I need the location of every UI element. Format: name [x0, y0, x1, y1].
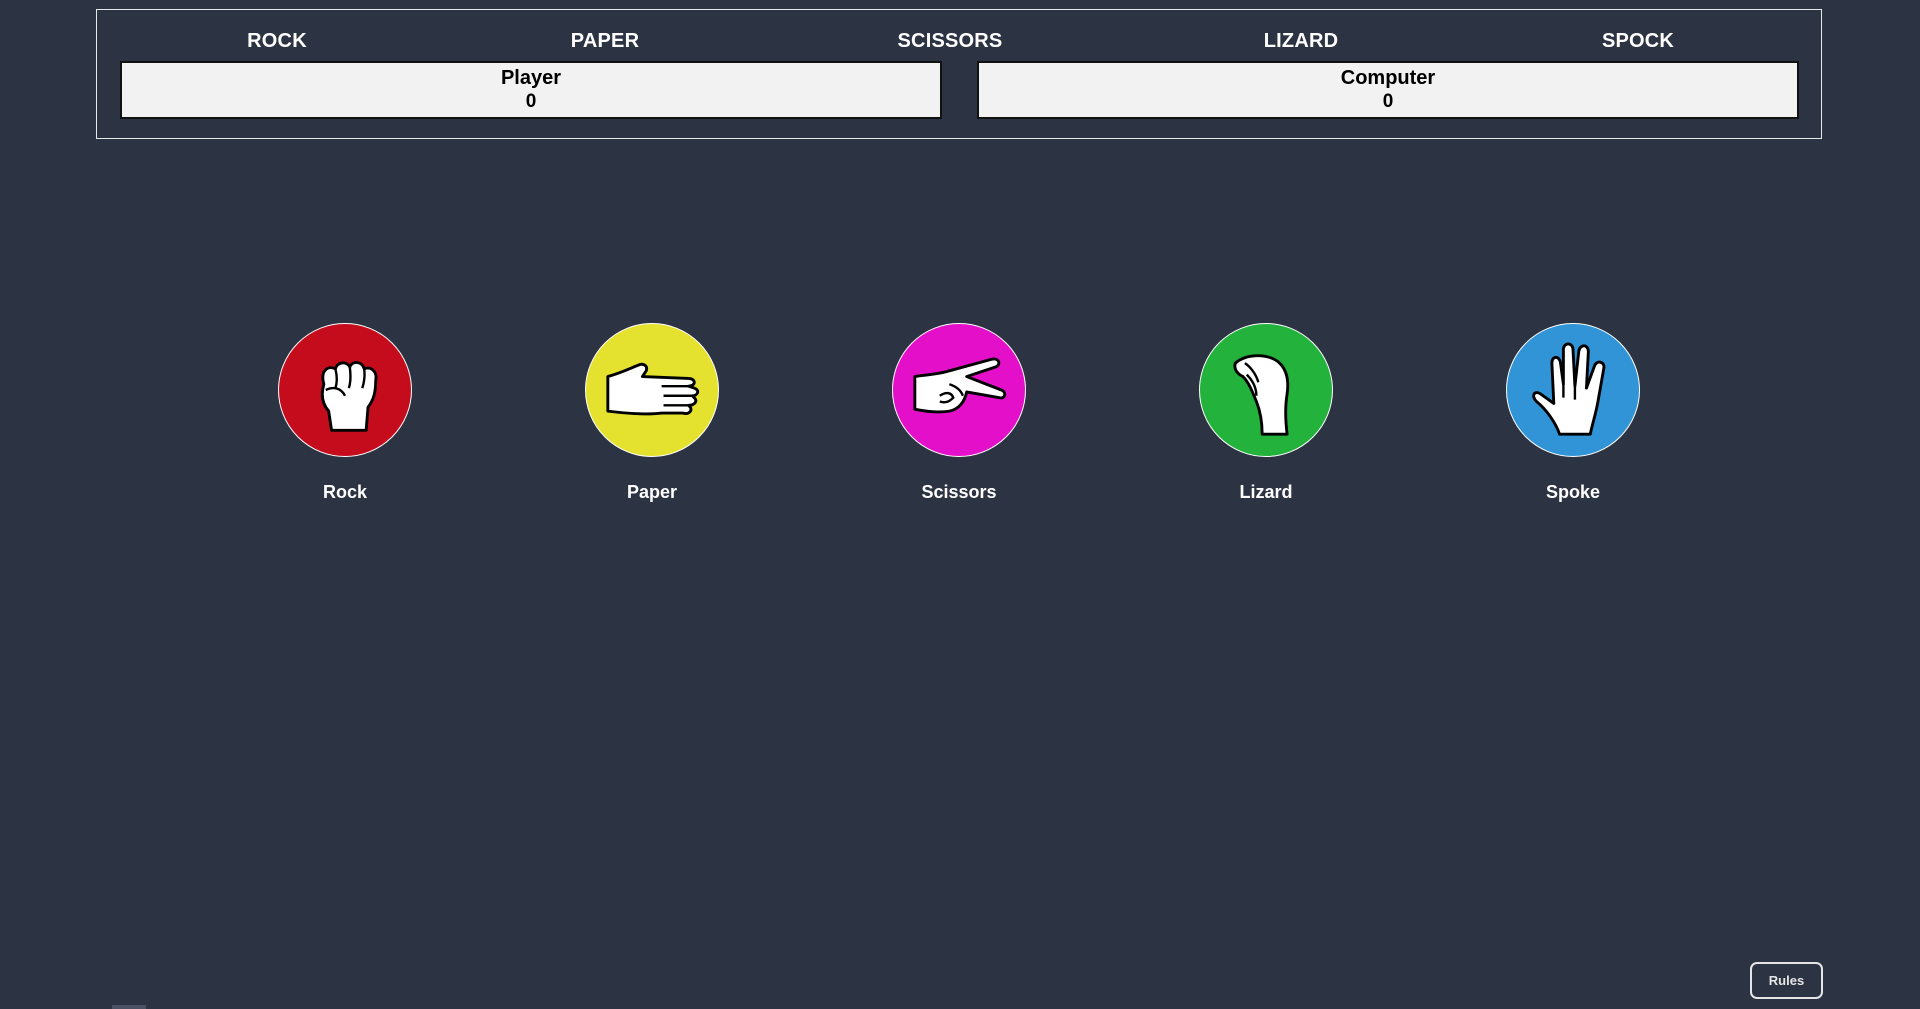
- choice-paper[interactable]: Paper: [582, 323, 722, 503]
- title-word-rock: ROCK: [247, 30, 307, 52]
- choice-spoke[interactable]: Spoke: [1503, 323, 1643, 503]
- lizard-label: Lizard: [1239, 482, 1293, 502]
- paper-label: Paper: [626, 482, 678, 502]
- choice-rock[interactable]: Rock: [275, 323, 415, 503]
- spoke-label: Spoke: [1545, 482, 1601, 502]
- title-word-paper: PAPER: [570, 30, 640, 52]
- game-page: ROCK PAPER SCISSORS LIZARD SPOCK Player …: [0, 0, 1920, 1009]
- rock-button[interactable]: [278, 323, 412, 457]
- vulcan-salute-icon: [1532, 342, 1606, 436]
- title-word-spock: SPOCK: [1601, 30, 1675, 52]
- game-title: ROCK PAPER SCISSORS LIZARD SPOCK: [97, 30, 1821, 60]
- choice-lizard[interactable]: Lizard: [1196, 323, 1336, 503]
- lizard-button[interactable]: [1199, 323, 1333, 457]
- scoreboard-header: ROCK PAPER SCISSORS LIZARD SPOCK Player …: [96, 9, 1822, 139]
- computer-score-box: Computer 0: [977, 61, 1799, 119]
- rock-label: Rock: [322, 482, 367, 502]
- scissors-button[interactable]: [892, 323, 1026, 457]
- rules-button[interactable]: Rules: [1750, 962, 1823, 999]
- title-word-scissors: SCISSORS: [897, 30, 1003, 52]
- computer-score: 0: [1382, 91, 1394, 112]
- computer-label: Computer: [1340, 67, 1436, 89]
- open-hand-icon: [606, 362, 700, 416]
- scissors-hand-icon: [913, 357, 1007, 414]
- player-label: Player: [500, 67, 562, 89]
- paper-button[interactable]: [585, 323, 719, 457]
- title-word-lizard: LIZARD: [1263, 30, 1339, 52]
- player-score-box: Player 0: [120, 61, 942, 119]
- footer-scroll-indicator: [112, 1005, 146, 1009]
- choice-scissors[interactable]: Scissors: [889, 323, 1029, 503]
- scissors-label: Scissors: [921, 482, 997, 502]
- fist-icon: [320, 361, 378, 432]
- spoke-button[interactable]: [1506, 323, 1640, 457]
- lizard-hand-icon: [1233, 354, 1290, 436]
- player-score: 0: [525, 91, 537, 112]
